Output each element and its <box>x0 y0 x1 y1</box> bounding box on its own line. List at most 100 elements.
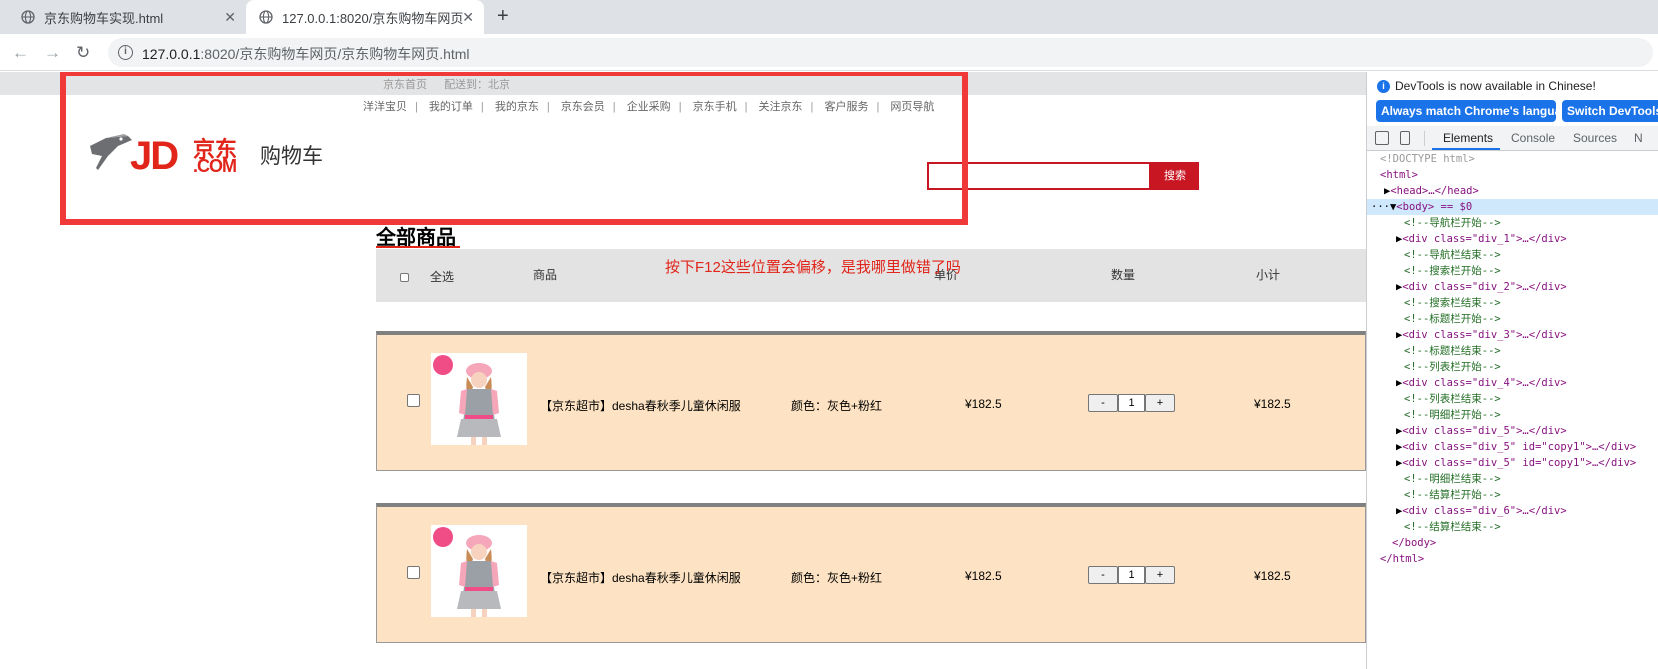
quantity-input[interactable]: 1 <box>1118 394 1145 412</box>
increase-button[interactable]: + <box>1145 394 1175 412</box>
cart-item: 【京东超市】desha春秋季儿童休闲服 颜色：灰色+粉红 ¥182.5 - 1 … <box>376 503 1366 643</box>
info-icon[interactable]: i <box>118 45 133 60</box>
annotation-frame <box>60 72 968 225</box>
more-icon[interactable]: ··· <box>1371 201 1390 213</box>
product-image[interactable] <box>431 525 527 617</box>
dom-node[interactable]: ▶<div class="div_3">…</div> <box>1396 327 1567 343</box>
dom-node[interactable]: <!DOCTYPE html> <box>1380 151 1475 167</box>
switch-devtools-button[interactable]: Switch DevTools <box>1562 100 1658 122</box>
tab-more[interactable]: N <box>1634 131 1643 145</box>
devtools-tabs: Elements Console Sources N <box>1367 126 1658 151</box>
url-text: 127.0.0.1:8020/京东购物车网页/京东购物车网页.html <box>142 44 470 64</box>
dom-text: <div class="div_2">…</div> <box>1402 281 1567 293</box>
dom-node[interactable]: <!--结算栏结束--> <box>1404 519 1501 535</box>
dom-text: <!--搜索栏开始--> <box>1404 265 1501 277</box>
dom-node[interactable]: ▶<div class="div_5">…</div> <box>1396 423 1567 439</box>
device-toolbar-icon[interactable] <box>1400 131 1410 145</box>
decrease-button[interactable]: - <box>1088 566 1118 584</box>
dom-text: </html> <box>1380 553 1425 565</box>
close-icon[interactable]: ✕ <box>224 9 236 26</box>
unit-price: ¥182.5 <box>965 397 1002 411</box>
product-header: 商品 <box>533 268 558 282</box>
back-arrow-icon[interactable]: ← <box>12 43 29 63</box>
item-checkbox[interactable] <box>407 566 420 579</box>
browser-toolbar: ← → ↻ i 127.0.0.1:8020/京东购物车网页/京东购物车网页.h… <box>0 34 1658 71</box>
dom-text: </body> <box>1392 537 1437 549</box>
globe-icon <box>258 9 274 25</box>
dom-node[interactable]: <!--列表栏结束--> <box>1404 391 1501 407</box>
dom-node[interactable]: <!--导航栏结束--> <box>1404 247 1501 263</box>
product-name[interactable]: 【京东超市】desha春秋季儿童休闲服 <box>540 569 741 586</box>
dom-node-selected[interactable]: ···▼<body> == $0 <box>1367 199 1658 215</box>
dom-node[interactable]: <html> <box>1380 167 1418 183</box>
dom-text: <div class="div_5">…</div> <box>1402 425 1567 437</box>
page-viewport: 京东首页 配送到：北京 洋洋宝贝 | 我的订单 | 我的京东 | 京东会员 | 企业采购… <box>0 72 1366 669</box>
dom-node[interactable]: <!--导航栏开始--> <box>1404 215 1501 231</box>
match-language-button[interactable]: Always match Chrome's language <box>1376 100 1575 122</box>
quantity-stepper: - 1 + <box>1088 394 1175 412</box>
dom-node[interactable]: <!--明细栏开始--> <box>1404 407 1501 423</box>
dom-text: <html> <box>1380 169 1418 181</box>
select-all-checkbox[interactable] <box>400 273 409 282</box>
dom-text: <body> == $0 <box>1396 201 1473 213</box>
dom-text: <!--导航栏开始--> <box>1404 217 1501 229</box>
dom-text: <!--导航栏结束--> <box>1404 249 1501 261</box>
quantity-input[interactable]: 1 <box>1118 566 1145 584</box>
dom-text: <!--列表栏开始--> <box>1404 361 1501 373</box>
dom-node[interactable]: <!--标题栏结束--> <box>1404 343 1501 359</box>
search-button[interactable]: 搜索 <box>1151 162 1199 190</box>
dom-text: <!--明细栏结束--> <box>1404 473 1501 485</box>
dom-text: <!--明细栏开始--> <box>1404 409 1501 421</box>
item-checkbox[interactable] <box>407 394 420 407</box>
close-icon[interactable]: ✕ <box>462 9 474 26</box>
tab-sources[interactable]: Sources <box>1573 131 1617 145</box>
dom-text: <div class="div_5" id="copy1">…</div> <box>1402 457 1637 469</box>
subtotal-header: 小计 <box>1256 268 1281 282</box>
quantity-header: 数量 <box>1111 268 1136 282</box>
dom-node[interactable]: </body> <box>1392 535 1436 551</box>
tab-elements[interactable]: Elements <box>1443 131 1493 145</box>
heading-underline <box>376 246 460 248</box>
dom-node[interactable]: <!--列表栏开始--> <box>1404 359 1501 375</box>
dom-node[interactable]: <!--搜索栏结束--> <box>1404 295 1501 311</box>
unit-price: ¥182.5 <box>965 569 1002 583</box>
annotation-text: 按下F12这些位置会偏移，是我哪里做错了吗 <box>665 259 961 276</box>
item-subtotal: ¥182.5 <box>1254 569 1291 583</box>
dom-node[interactable]: ▶<div class="div_5" id="copy1">…</div> <box>1396 455 1636 471</box>
increase-button[interactable]: + <box>1145 566 1175 584</box>
inspect-element-icon[interactable] <box>1375 131 1389 145</box>
forward-arrow-icon[interactable]: → <box>44 43 61 63</box>
new-tab-icon[interactable]: + <box>497 5 509 28</box>
address-bar[interactable]: i 127.0.0.1:8020/京东购物车网页/京东购物车网页.html <box>108 38 1653 67</box>
browser-tab-active[interactable]: 127.0.0.1:8020/京东购物车网页 ✕ <box>246 0 484 34</box>
dom-node[interactable]: <!--明细栏结束--> <box>1404 471 1501 487</box>
product-spec: 颜色：灰色+粉红 <box>791 399 883 413</box>
dom-text: <head>…</head> <box>1390 185 1479 197</box>
dom-node[interactable]: ▶<div class="div_6">…</div> <box>1396 503 1567 519</box>
dom-text: <!DOCTYPE html> <box>1380 153 1475 165</box>
reload-icon[interactable]: ↻ <box>76 43 90 63</box>
product-name[interactable]: 【京东超市】desha春秋季儿童休闲服 <box>540 397 741 414</box>
dom-node[interactable]: <!--搜索栏开始--> <box>1404 263 1501 279</box>
product-image[interactable] <box>431 353 527 445</box>
dom-text: <!--搜索栏结束--> <box>1404 297 1501 309</box>
browser-tab[interactable]: 京东购物车实现.html ✕ <box>8 0 247 34</box>
dom-text: <!--标题栏结束--> <box>1404 345 1501 357</box>
quantity-stepper: - 1 + <box>1088 566 1175 584</box>
cart-item: 【京东超市】desha春秋季儿童休闲服 颜色：灰色+粉红 ¥182.5 - 1 … <box>376 331 1366 471</box>
dom-node[interactable]: ▶<head>…</head> <box>1384 183 1479 199</box>
dom-node[interactable]: ▶<div class="div_4">…</div> <box>1396 375 1567 391</box>
dom-node[interactable]: ▶<div class="div_5" id="copy1">…</div> <box>1396 439 1636 455</box>
tab-console[interactable]: Console <box>1511 131 1555 145</box>
item-subtotal: ¥182.5 <box>1254 397 1291 411</box>
tab-strip: 京东购物车实现.html ✕ 127.0.0.1:8020/京东购物车网页 ✕ … <box>0 0 1658 34</box>
dom-node[interactable]: ▶<div class="div_1">…</div> <box>1396 231 1567 247</box>
dom-node[interactable]: <!--标题栏开始--> <box>1404 311 1501 327</box>
dom-node[interactable]: ▶<div class="div_2">…</div> <box>1396 279 1567 295</box>
language-notice: i DevTools is now available in Chinese! … <box>1367 72 1658 128</box>
product-spec: 颜色：灰色+粉红 <box>791 571 883 585</box>
dom-node[interactable]: </html> <box>1380 551 1424 567</box>
tab-title: 京东购物车实现.html <box>44 10 164 26</box>
decrease-button[interactable]: - <box>1088 394 1118 412</box>
dom-node[interactable]: <!--结算栏开始--> <box>1404 487 1501 503</box>
